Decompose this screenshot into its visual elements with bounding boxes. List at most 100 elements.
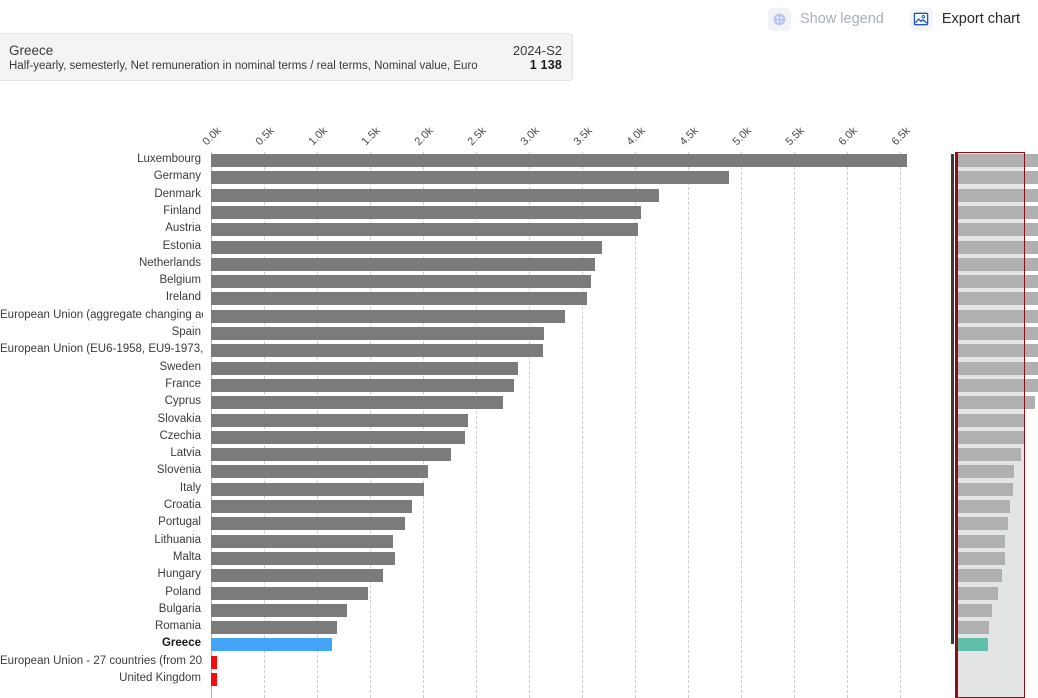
y-axis-label[interactable]: Germany bbox=[0, 169, 203, 186]
y-axis-label[interactable]: Greece bbox=[0, 636, 203, 653]
bar-row[interactable] bbox=[211, 377, 927, 394]
bar-row[interactable] bbox=[211, 636, 927, 653]
bar-row[interactable] bbox=[211, 463, 927, 480]
bar-row[interactable] bbox=[211, 515, 927, 532]
y-axis-label[interactable]: Romania bbox=[0, 619, 203, 636]
y-axis-label[interactable]: Belgium bbox=[0, 273, 203, 290]
export-chart-button[interactable]: Export chart bbox=[908, 6, 1022, 33]
bar[interactable] bbox=[211, 551, 395, 565]
y-axis-label[interactable]: Czechia bbox=[0, 429, 203, 446]
bar[interactable] bbox=[211, 257, 595, 271]
bar-row[interactable] bbox=[211, 325, 927, 342]
plot-area bbox=[211, 152, 927, 698]
y-axis-label[interactable]: Slovakia bbox=[0, 412, 203, 429]
y-axis-label[interactable]: European Union - 27 countries (from 2020… bbox=[0, 654, 203, 671]
bar[interactable] bbox=[211, 430, 466, 444]
y-axis-label[interactable]: European Union (aggregate changing acc..… bbox=[0, 308, 203, 325]
bar[interactable] bbox=[211, 569, 383, 583]
bar[interactable] bbox=[211, 344, 543, 358]
bar-row[interactable] bbox=[211, 394, 927, 411]
y-axis-label[interactable]: Sweden bbox=[0, 360, 203, 377]
bar-row[interactable] bbox=[211, 239, 927, 256]
bar-row[interactable] bbox=[211, 429, 927, 446]
bar-row[interactable] bbox=[211, 446, 927, 463]
bar[interactable] bbox=[211, 223, 638, 237]
bar-row[interactable] bbox=[211, 481, 927, 498]
header-period: 2024-S2 bbox=[512, 42, 562, 58]
bar-row[interactable] bbox=[211, 273, 927, 290]
bar-row[interactable] bbox=[211, 567, 927, 584]
bar[interactable] bbox=[211, 448, 452, 462]
y-axis-label[interactable]: Cyprus bbox=[0, 394, 203, 411]
bar-row[interactable] bbox=[211, 619, 927, 636]
bar[interactable] bbox=[211, 534, 394, 548]
bar-row[interactable] bbox=[211, 204, 927, 221]
show-legend-button[interactable]: Show legend bbox=[766, 6, 886, 33]
bar-row[interactable] bbox=[211, 290, 927, 307]
chart-minimap-scrollbar[interactable] bbox=[946, 152, 1038, 698]
y-axis-label[interactable]: Bulgaria bbox=[0, 602, 203, 619]
bar[interactable] bbox=[211, 396, 504, 410]
minimap-viewport-handle[interactable] bbox=[955, 152, 1025, 698]
y-axis-label[interactable]: Poland bbox=[0, 585, 203, 602]
y-axis-label[interactable]: Estonia bbox=[0, 239, 203, 256]
bar-row[interactable] bbox=[211, 654, 927, 671]
bar[interactable] bbox=[211, 673, 218, 686]
bar-row[interactable] bbox=[211, 412, 927, 429]
y-axis-label[interactable]: United Kingdom bbox=[0, 671, 203, 688]
bar-row[interactable] bbox=[211, 221, 927, 238]
bar[interactable] bbox=[211, 171, 729, 185]
y-axis-label[interactable]: Italy bbox=[0, 481, 203, 498]
y-axis-label[interactable]: Portugal bbox=[0, 515, 203, 532]
bar-row[interactable] bbox=[211, 533, 927, 550]
bar-row[interactable] bbox=[211, 498, 927, 515]
y-axis-label[interactable]: Finland bbox=[0, 204, 203, 221]
bar[interactable] bbox=[211, 517, 406, 531]
y-axis-label[interactable]: Ireland bbox=[0, 290, 203, 307]
y-axis-label[interactable]: European Union (EU6-1958, EU9-1973, E... bbox=[0, 342, 203, 359]
bar[interactable] bbox=[211, 482, 425, 496]
y-axis-label[interactable]: Lithuania bbox=[0, 533, 203, 550]
y-axis-label[interactable]: Denmark bbox=[0, 187, 203, 204]
bar[interactable] bbox=[211, 378, 514, 392]
bar[interactable] bbox=[211, 586, 368, 600]
bar[interactable] bbox=[211, 154, 907, 167]
bar[interactable] bbox=[211, 638, 332, 652]
bar-row[interactable] bbox=[211, 671, 927, 688]
bar-row[interactable] bbox=[211, 187, 927, 204]
y-axis-label[interactable]: Latvia bbox=[0, 446, 203, 463]
bar-row[interactable] bbox=[211, 360, 927, 377]
bar-row[interactable] bbox=[211, 602, 927, 619]
bar-row[interactable] bbox=[211, 169, 927, 186]
bar-row[interactable] bbox=[211, 152, 927, 169]
bar-row[interactable] bbox=[211, 308, 927, 325]
y-axis-label[interactable]: France bbox=[0, 377, 203, 394]
y-axis-label[interactable]: Netherlands bbox=[0, 256, 203, 273]
bar-row[interactable] bbox=[211, 256, 927, 273]
bar[interactable] bbox=[211, 621, 337, 635]
bar[interactable] bbox=[211, 500, 412, 513]
bar[interactable] bbox=[211, 361, 519, 375]
series-header-card: Greece 2024-S2 Half-yearly, semesterly, … bbox=[0, 33, 573, 81]
y-axis-label[interactable]: Spain bbox=[0, 325, 203, 342]
bar[interactable] bbox=[211, 465, 428, 479]
y-axis-label[interactable]: Hungary bbox=[0, 567, 203, 584]
bar[interactable] bbox=[211, 240, 603, 254]
bar[interactable] bbox=[211, 205, 641, 219]
bar-row[interactable] bbox=[211, 550, 927, 567]
bar[interactable] bbox=[211, 309, 566, 323]
y-axis-label[interactable]: Malta bbox=[0, 550, 203, 567]
bar[interactable] bbox=[211, 327, 544, 340]
bar[interactable] bbox=[211, 188, 659, 202]
bar[interactable] bbox=[211, 413, 468, 427]
y-axis-label[interactable]: Slovenia bbox=[0, 463, 203, 480]
y-axis-label[interactable]: Austria bbox=[0, 221, 203, 238]
bar[interactable] bbox=[211, 655, 218, 669]
bar[interactable] bbox=[211, 275, 591, 289]
bar-row[interactable] bbox=[211, 585, 927, 602]
y-axis-label[interactable]: Croatia bbox=[0, 498, 203, 515]
y-axis-label[interactable]: Luxembourg bbox=[0, 152, 203, 169]
bar-row[interactable] bbox=[211, 342, 927, 359]
bar[interactable] bbox=[211, 603, 348, 617]
bar[interactable] bbox=[211, 292, 588, 306]
